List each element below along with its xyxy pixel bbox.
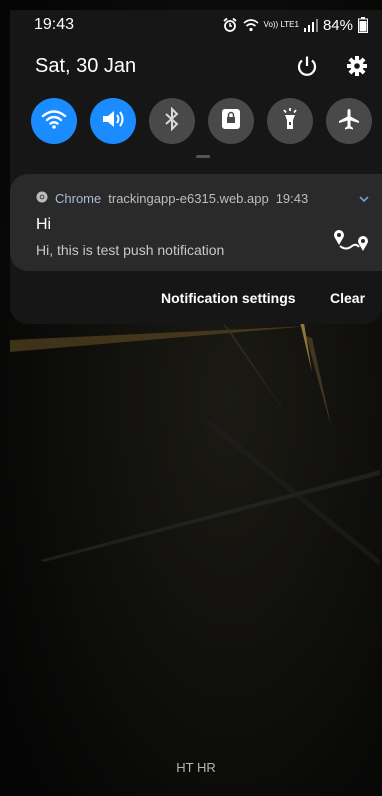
clear-button[interactable]: Clear — [330, 290, 365, 306]
sound-icon — [100, 108, 126, 135]
settings-gear-icon[interactable] — [342, 51, 372, 81]
header-actions — [292, 51, 372, 81]
wifi-toggle[interactable] — [31, 98, 77, 144]
chrome-icon — [36, 191, 48, 206]
notification-app-name: Chrome — [55, 191, 102, 206]
status-icons: Vo)) LTE1 84% — [222, 17, 368, 34]
status-bar: 19:43 Vo)) LTE1 84% — [10, 10, 382, 40]
notification-time: 19:43 — [275, 191, 309, 206]
airplane-toggle[interactable] — [326, 98, 372, 144]
notification-title: Hi — [36, 216, 52, 233]
wifi-status-icon — [243, 18, 259, 32]
date-label: Sat, 30 Jan — [35, 54, 137, 77]
drag-handle[interactable] — [196, 155, 210, 158]
notification-source: trackingapp-e6315.web.app — [108, 191, 269, 206]
notification-settings-button[interactable]: Notification settings — [161, 290, 296, 306]
screen-lock-toggle[interactable] — [208, 98, 254, 144]
power-icon[interactable] — [292, 51, 322, 81]
chevron-down-icon[interactable] — [358, 191, 370, 209]
wifi-icon — [41, 108, 67, 135]
notification-header: Chrome trackingapp-e6315.web.app 19:43 — [36, 191, 308, 206]
date-row: Sat, 30 Jan — [10, 48, 382, 84]
route-icon — [332, 228, 372, 259]
bluetooth-toggle[interactable] — [149, 98, 195, 144]
screen-lock-icon — [221, 108, 241, 135]
airplane-icon — [337, 107, 361, 136]
alarm-icon — [222, 17, 238, 33]
battery-percent: 84% — [322, 16, 353, 34]
sound-toggle[interactable] — [90, 98, 136, 144]
battery-icon — [358, 17, 368, 33]
carrier-label: HT HR — [176, 760, 216, 775]
flashlight-icon — [280, 107, 300, 136]
notification-card[interactable]: Chrome trackingapp-e6315.web.app 19:43 H… — [10, 174, 382, 271]
flashlight-toggle[interactable] — [267, 98, 313, 144]
signal-icon — [303, 18, 318, 32]
quick-settings — [10, 97, 382, 145]
notification-actions: Notification settings Clear — [10, 290, 382, 310]
bluetooth-icon — [164, 106, 180, 136]
clock: 19:43 — [34, 16, 75, 33]
notification-text: Hi, this is test push notification — [36, 242, 225, 258]
network-label: Vo)) LTE1 — [263, 20, 299, 29]
